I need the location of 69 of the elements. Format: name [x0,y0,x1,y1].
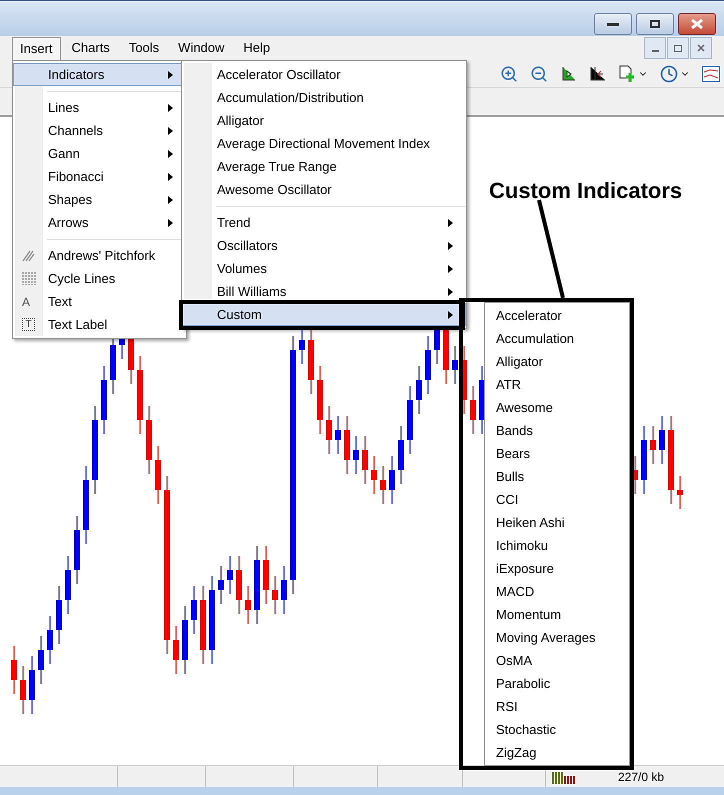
submenu-arrow-icon [168,172,173,180]
submenu-arrow-icon [168,70,173,78]
new-chart-icon[interactable] [618,64,636,82]
menu-item[interactable]: Awesome Oscillator [182,178,466,201]
submenu-arrow-icon [168,196,173,204]
menu-item[interactable]: Trend [182,211,466,234]
pitchfork-icon [22,250,35,262]
menu-item[interactable]: OsMA [485,649,629,672]
menu-item[interactable]: Volumes [182,257,466,280]
menu-item[interactable]: Bears [485,442,629,465]
mdi-close-button[interactable] [690,37,712,59]
menu-item[interactable]: Accelerator [485,304,629,327]
submenu-arrow-icon [448,264,453,272]
menu-bar-item[interactable]: Window [170,36,232,60]
cycle-lines-icon [22,272,36,285]
menu-item[interactable]: RSI [485,695,629,718]
template-icon[interactable] [702,66,720,82]
mdi-restore-button[interactable] [667,37,689,59]
menu-item[interactable]: Alligator [485,350,629,373]
menu-item[interactable]: Ichimoku [485,534,629,557]
annotation-text: Custom Indicators [489,177,682,205]
text-label-icon: T [22,318,35,331]
submenu-arrow-icon [168,104,173,112]
menu-item[interactable]: Stochastic [485,718,629,741]
menu-bar-item[interactable]: Tools [120,36,168,60]
close-icon [691,19,703,29]
menu-item[interactable]: Bill Williams [182,280,466,303]
menu-item[interactable]: ZigZag [485,741,629,764]
menu-item[interactable]: Oscillators [182,234,466,257]
menu-item[interactable]: Alligator [182,109,466,132]
menu-item[interactable]: ATR [485,373,629,396]
chart-shift-icon[interactable] [560,66,576,82]
close-button[interactable] [678,13,716,35]
submenu-arrow-icon [448,242,453,250]
menu-item[interactable]: Custom [182,303,466,326]
menu-item[interactable]: Bands [485,419,629,442]
submenu-arrow-icon [168,150,173,158]
submenu-arrow-icon [448,310,453,318]
menu-item[interactable]: Average Directional Movement Index [182,132,466,155]
clock-icon[interactable] [660,64,678,82]
menu-item[interactable]: Heiken Ashi [485,511,629,534]
submenu-arrow-icon [448,218,453,226]
menu-bar-item[interactable]: Help [235,36,278,60]
connection-meter-icon [552,770,576,784]
menu-item[interactable]: Accumulation [485,327,629,350]
menu-item[interactable]: Parabolic [485,672,629,695]
text-icon: A [22,296,30,308]
submenu-arrow-icon [448,288,453,296]
menu-item[interactable]: Moving Averages [485,626,629,649]
menu-item[interactable]: Average True Range [182,155,466,178]
zoom-out-icon[interactable] [530,64,548,82]
submenu-arrow-icon [168,126,173,134]
menu-item[interactable]: iExposure [485,557,629,580]
menu-item[interactable]: Momentum [485,603,629,626]
minimize-button[interactable] [594,13,632,35]
menu-item[interactable]: MACD [485,580,629,603]
maximize-button[interactable] [636,13,674,35]
mdi-minimize-button[interactable] [644,37,666,59]
traffic-text: 227/0 kb [618,768,664,786]
menu-bar-item[interactable]: Charts [64,36,118,60]
submenu-arrow-icon [168,218,173,226]
menu-item[interactable]: Accumulation/Distribution [182,86,466,109]
menu-item[interactable]: Awesome [485,396,629,419]
zoom-in-icon[interactable] [500,64,518,82]
menu-item[interactable]: Bulls [485,465,629,488]
auto-scroll-icon[interactable] [588,66,606,82]
menu-bar-item[interactable]: Insert [12,36,61,60]
close-icon [697,44,705,52]
menu-item[interactable]: CCI [485,488,629,511]
